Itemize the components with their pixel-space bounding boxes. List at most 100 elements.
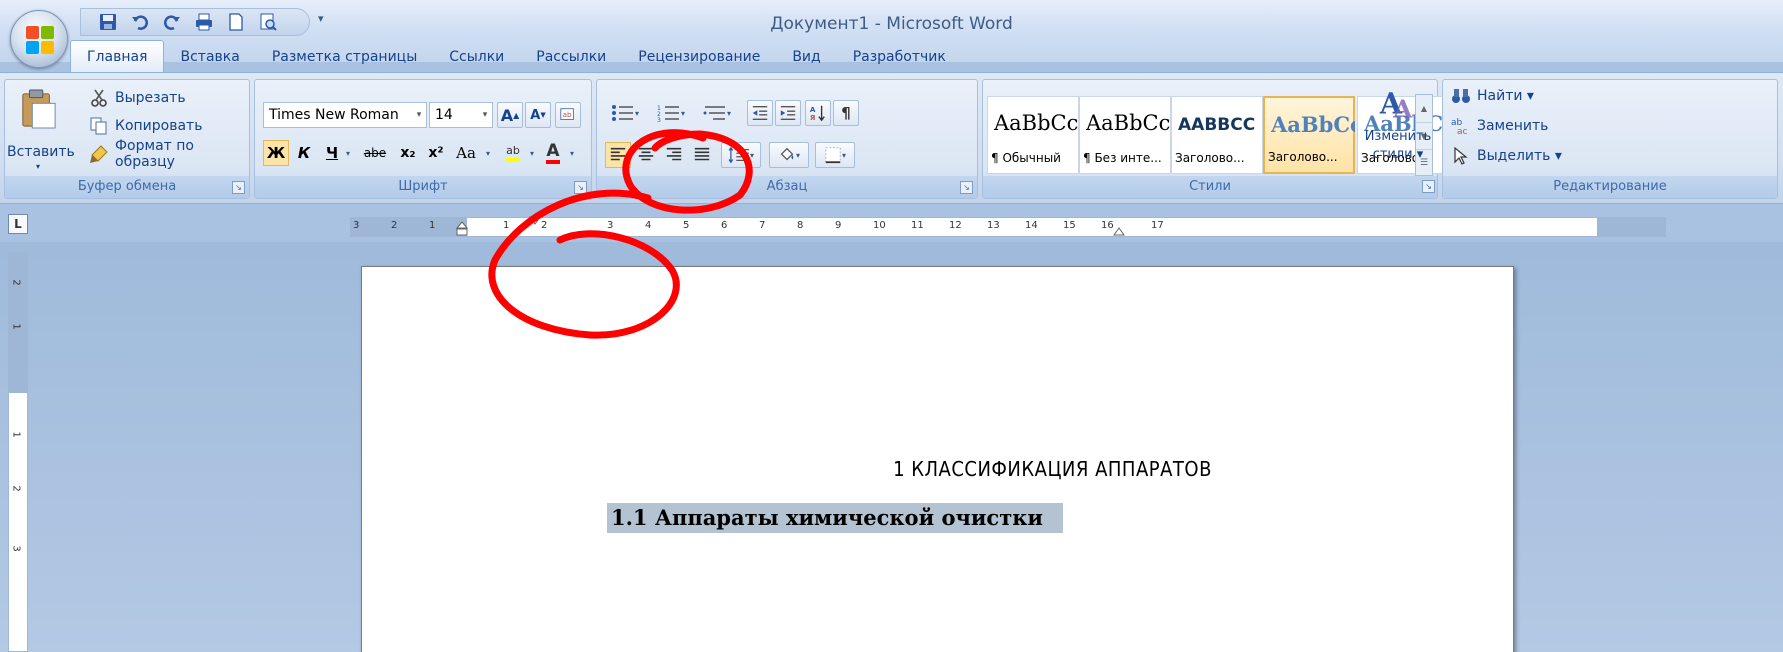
font-color-button[interactable]: A: [539, 140, 567, 166]
ribbon: Вставить ▾ Вырезать Копировать Формат по…: [0, 72, 1783, 204]
selected-subheading[interactable]: 1.1 Аппараты химической очистки: [607, 503, 1063, 533]
styles-launcher-icon[interactable]: ↘: [1422, 180, 1435, 193]
font-group: Times New Roman ▾ 14 ▾ A ▲ A ▼ ab Ж К Ч ▾ …: [254, 79, 592, 199]
bold-button[interactable]: Ж: [263, 140, 289, 166]
change-case-button[interactable]: Aa: [451, 140, 481, 166]
change-styles-icon: A A: [1379, 87, 1413, 124]
ruler-area: L 3 2 1 1 2 3 4 5 6 7 8 9 10 11 12 13 14…: [0, 204, 1783, 242]
office-logo-icon: [26, 26, 54, 54]
style-normal[interactable]: AaBbCc ¶ Обычный: [987, 96, 1079, 174]
clipboard-launcher-icon[interactable]: ↘: [232, 181, 245, 194]
horizontal-ruler[interactable]: 3 2 1 1 2 3 4 5 6 7 8 9 10 11 12 13 14 1…: [350, 216, 1666, 238]
svg-text:ac: ac: [1457, 127, 1468, 136]
font-launcher-icon[interactable]: ↘: [574, 181, 587, 194]
font-size-combo[interactable]: 14 ▾: [429, 102, 493, 128]
chevron-down-icon[interactable]: ▾: [567, 140, 577, 166]
tab-mailings[interactable]: Рассылки: [520, 42, 622, 72]
style-heading-2[interactable]: AaBbCc Заголово...: [1263, 96, 1355, 174]
highlight-button[interactable]: ab: [499, 140, 527, 166]
clear-formatting-icon[interactable]: ab: [555, 102, 581, 128]
chevron-down-icon[interactable]: ▾: [483, 140, 493, 166]
align-left-button[interactable]: [605, 142, 631, 168]
copy-icon: [90, 117, 107, 135]
brush-icon: [90, 145, 108, 163]
sort-icon[interactable]: AЯ: [805, 100, 831, 126]
cursor-arrow-icon: [1454, 146, 1468, 165]
paragraph-group-label: Абзац: [597, 176, 977, 198]
paragraph-group: ▾ 1 2 3 ▾ ▾ AЯ ¶ ▾ ▾ ▾ Абзац ↘: [596, 79, 978, 199]
document-page[interactable]: 1 КЛАССИФИКАЦИЯ АППАРАТОВ 1.1 Аппараты х…: [361, 266, 1514, 652]
bullet-list-icon: [611, 105, 633, 121]
chevron-down-icon[interactable]: ▾: [527, 140, 537, 166]
change-styles-button[interactable]: A A Изменить стили ▾: [1358, 85, 1438, 175]
clipboard-group-label: Буфер обмена: [5, 176, 249, 198]
find-button[interactable]: Найти ▾: [1451, 84, 1534, 108]
tab-selector-button[interactable]: L: [8, 214, 28, 234]
italic-button[interactable]: К: [291, 140, 317, 166]
replace-icon: abac: [1451, 118, 1468, 136]
borders-button[interactable]: ▾: [815, 142, 855, 168]
left-indent-marker-icon[interactable]: [456, 216, 468, 238]
window-title: Документ1 - Microsoft Word: [770, 14, 1013, 34]
style-heading-1[interactable]: AABBCC Заголово...: [1171, 96, 1263, 174]
office-button[interactable]: [10, 10, 68, 68]
tab-references[interactable]: Ссылки: [433, 42, 520, 72]
styles-group-label: Стили: [983, 176, 1437, 198]
binoculars-icon: [1452, 89, 1470, 103]
scissors-icon: [91, 89, 107, 107]
select-button[interactable]: Выделить ▾: [1451, 144, 1562, 168]
format-painter-button[interactable]: Формат по образцу: [89, 138, 249, 170]
numbering-button[interactable]: 1 2 3 ▾: [651, 100, 691, 126]
highlighter-icon: ab: [506, 144, 520, 162]
increase-indent-icon[interactable]: [775, 100, 801, 126]
strikethrough-button[interactable]: abe: [359, 140, 391, 166]
vertical-ruler[interactable]: 2 1 1 2 3: [8, 252, 28, 652]
align-right-button[interactable]: [661, 142, 687, 168]
shrink-font-button[interactable]: A ▼: [525, 102, 551, 128]
cut-button[interactable]: Вырезать: [89, 86, 186, 110]
align-right-icon: [666, 147, 682, 161]
align-center-icon: [638, 147, 654, 161]
tab-home[interactable]: Главная: [70, 40, 165, 72]
ruler-right-margin: [1597, 218, 1665, 236]
ruler-left-margin: [351, 218, 467, 236]
justify-button[interactable]: [689, 142, 715, 168]
align-center-button[interactable]: [633, 142, 659, 168]
superscript-button[interactable]: x²: [423, 140, 449, 166]
svg-text:ab: ab: [563, 110, 572, 119]
chevron-down-icon: ▾: [482, 110, 488, 120]
bullets-button[interactable]: ▾: [605, 100, 645, 126]
style-no-spacing[interactable]: AaBbCc ¶ Без инте...: [1079, 96, 1171, 174]
subscript-button[interactable]: x₂: [395, 140, 421, 166]
font-group-label: Шрифт: [255, 176, 591, 198]
document-heading[interactable]: 1 КЛАССИФИКАЦИЯ АППАРАТОВ: [362, 457, 1513, 481]
decrease-indent-icon[interactable]: [747, 100, 773, 126]
paint-bucket-icon: [780, 147, 794, 161]
paste-button[interactable]: Вставить ▾: [7, 84, 75, 176]
tab-page-layout[interactable]: Разметка страницы: [256, 42, 433, 72]
tab-developer[interactable]: Разработчик: [837, 42, 962, 72]
multilevel-list-icon: [703, 106, 725, 120]
svg-text:Я: Я: [810, 113, 816, 122]
font-name-combo[interactable]: Times New Roman ▾: [263, 102, 427, 128]
tab-view[interactable]: Вид: [776, 42, 836, 72]
paste-label: Вставить: [7, 144, 75, 160]
chevron-down-icon[interactable]: ▾: [341, 140, 355, 166]
chevron-down-icon: ▾: [416, 110, 422, 120]
font-color-icon: A: [546, 142, 560, 164]
replace-button[interactable]: ab ac Заменить: [1451, 114, 1548, 138]
multilevel-list-button[interactable]: ▾: [697, 100, 737, 126]
tab-insert[interactable]: Вставка: [164, 42, 255, 72]
grow-font-button[interactable]: A ▲: [497, 102, 523, 128]
copy-button[interactable]: Копировать: [89, 114, 202, 138]
first-line-indent-marker-icon[interactable]: [529, 216, 541, 226]
ribbon-tabs: Главная Вставка Разметка страницы Ссылки…: [70, 40, 962, 72]
show-formatting-marks-button[interactable]: ¶: [833, 100, 859, 126]
tab-review[interactable]: Рецензирование: [622, 42, 776, 72]
paragraph-launcher-icon[interactable]: ↘: [960, 181, 973, 194]
clipboard-group: Вставить ▾ Вырезать Копировать Формат по…: [4, 79, 250, 199]
right-indent-marker-icon[interactable]: [1113, 226, 1125, 236]
shading-button[interactable]: ▾: [769, 142, 809, 168]
line-spacing-button[interactable]: ▾: [721, 142, 761, 168]
editing-group-label: Редактирование: [1443, 176, 1777, 198]
